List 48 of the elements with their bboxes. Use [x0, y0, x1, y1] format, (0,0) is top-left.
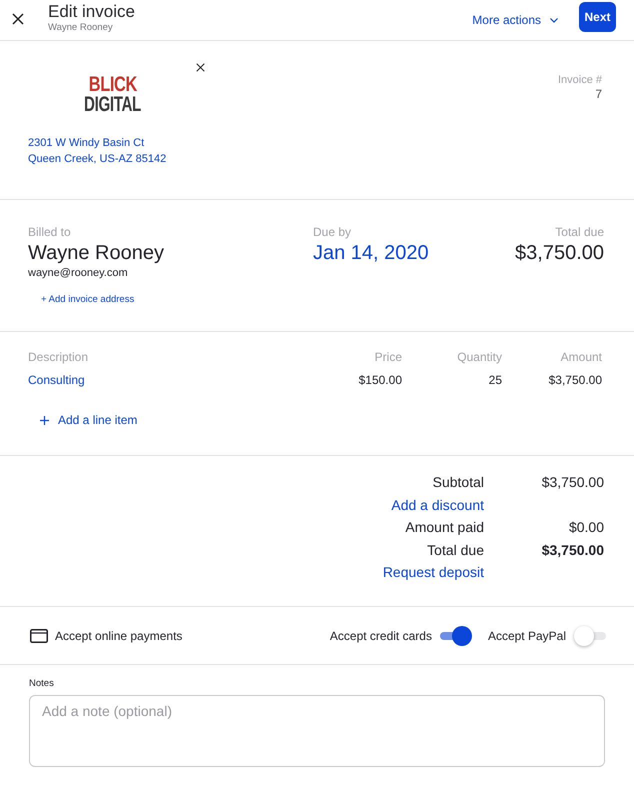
total-value: $3,750.00: [542, 542, 604, 558]
close-icon: [12, 13, 24, 25]
client-email: wayne@rooney.com: [28, 266, 128, 280]
invoice-number: 7: [595, 87, 602, 101]
totals-value: $3,750.00: [542, 474, 604, 490]
column-header: Price: [374, 350, 402, 364]
more-actions-button[interactable]: More actions: [472, 13, 558, 27]
item-quantity: 25: [488, 373, 502, 387]
toggle-label: Accept PayPal: [488, 628, 566, 642]
accept-online-payments-label: Accept online payments: [55, 628, 182, 642]
item-amount: $3,750.00: [548, 373, 602, 387]
company-logo: BLICK DIGITAL: [83, 75, 142, 115]
toggle-switch[interactable]: [574, 626, 606, 646]
chevron-down-icon: [550, 18, 558, 22]
column-header: Amount: [560, 350, 602, 364]
column-header: Quantity: [457, 350, 502, 364]
total-due-label: Total due: [555, 225, 604, 239]
credit-card-icon: [30, 628, 48, 642]
notes-label: Notes: [29, 678, 54, 690]
page-subtitle: Wayne Rooney: [48, 22, 113, 34]
client-name: Wayne Rooney: [28, 241, 164, 266]
totals-label: Subtotal: [432, 474, 484, 490]
item-price: $150.00: [358, 373, 402, 387]
column-header: Description: [28, 350, 88, 364]
due-date-link[interactable]: Jan 14, 2020: [313, 240, 429, 266]
toggle-label: Accept credit cards: [330, 628, 432, 642]
add-invoice-address-link[interactable]: + Add invoice address: [41, 294, 134, 305]
next-button[interactable]: Next: [579, 2, 616, 32]
notes-field[interactable]: Add a note (optional): [29, 695, 605, 767]
address-line[interactable]: 2301 W Windy Basin Ct: [28, 135, 144, 151]
total-due-amount: $3,750.00: [515, 241, 604, 266]
address-line[interactable]: Queen Creek, US-AZ 85142: [28, 151, 166, 167]
total-label: Total due: [427, 542, 484, 558]
page-title: Edit invoice: [48, 2, 135, 22]
plus-icon: [40, 416, 49, 424]
item-description-link[interactable]: Consulting: [28, 373, 85, 387]
billed-to-label: Billed to: [28, 225, 71, 239]
close-button[interactable]: [12, 13, 26, 27]
close-icon: [196, 63, 205, 72]
due-by-label: Due by: [313, 225, 352, 239]
add-line-item-button[interactable]: Add a line item: [40, 413, 138, 427]
remove-logo-button[interactable]: [196, 63, 206, 73]
totals-value: $0.00: [568, 519, 604, 536]
toggle-switch[interactable]: [440, 626, 472, 646]
invoice-number-label: Invoice #: [558, 73, 602, 87]
totals-label: Amount paid: [405, 519, 484, 536]
totals-link[interactable]: Add a discount: [391, 496, 484, 513]
totals-link[interactable]: Request deposit: [382, 564, 484, 580]
